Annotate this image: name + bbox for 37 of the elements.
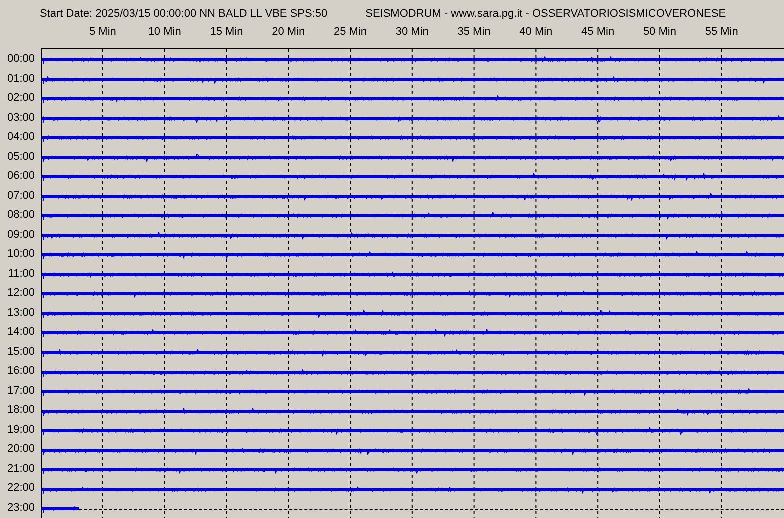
hour-label: 20:00 — [6, 442, 36, 458]
hour-label: 11:00 — [7, 266, 36, 282]
hour-label: 17:00 — [6, 384, 36, 399]
hour-label: 21:00 — [6, 462, 36, 477]
hour-label: 07:00 — [6, 188, 36, 204]
hour-label: 08:00 — [6, 208, 36, 224]
minute-label: 55 Min — [704, 26, 740, 38]
hour-label: 09:00 — [6, 228, 36, 243]
minute-label: 20 Min — [271, 26, 306, 38]
minute-label: 15 Min — [209, 26, 244, 38]
hour-label: 02:00 — [6, 91, 36, 106]
minute-label: 50 Min — [642, 26, 678, 38]
hour-label: 15:00 — [6, 344, 36, 360]
hour-label: 06:00 — [6, 169, 36, 184]
minute-label: 5 Min — [88, 26, 118, 38]
station-info: Start Date: 2025/03/15 00:00:00 NN BALD LL VBE SPS:50 — [40, 8, 328, 20]
hour-label: 18:00 — [6, 403, 36, 418]
minute-label: 25 Min — [332, 26, 368, 38]
hour-label: 23:00 — [6, 500, 36, 516]
hour-label: 01:00 — [6, 72, 36, 87]
minute-label: 10 Min — [147, 26, 182, 38]
minute-label: 30 Min — [394, 26, 430, 38]
minute-label: 35 Min — [456, 26, 492, 38]
hour-label: 14:00 — [6, 325, 36, 340]
hour-label: 00:00 — [6, 52, 36, 67]
hour-label: 03:00 — [6, 110, 36, 126]
hour-label: 12:00 — [6, 286, 36, 302]
hour-label: 10:00 — [6, 247, 36, 262]
source-title: SEISMODRUM - www.sara.pg.it - OSSERVATORIOSISMICOVERONESE — [366, 8, 726, 20]
hour-label: 19:00 — [6, 422, 36, 438]
minute-label: 40 Min — [518, 26, 554, 38]
minute-label: 45 Min — [580, 26, 616, 38]
hour-label: 16:00 — [6, 364, 36, 380]
hour-label: 13:00 — [6, 306, 36, 321]
hour-label: 22:00 — [6, 481, 36, 496]
hour-label: 05:00 — [6, 150, 36, 165]
hour-label: 04:00 — [6, 130, 36, 146]
